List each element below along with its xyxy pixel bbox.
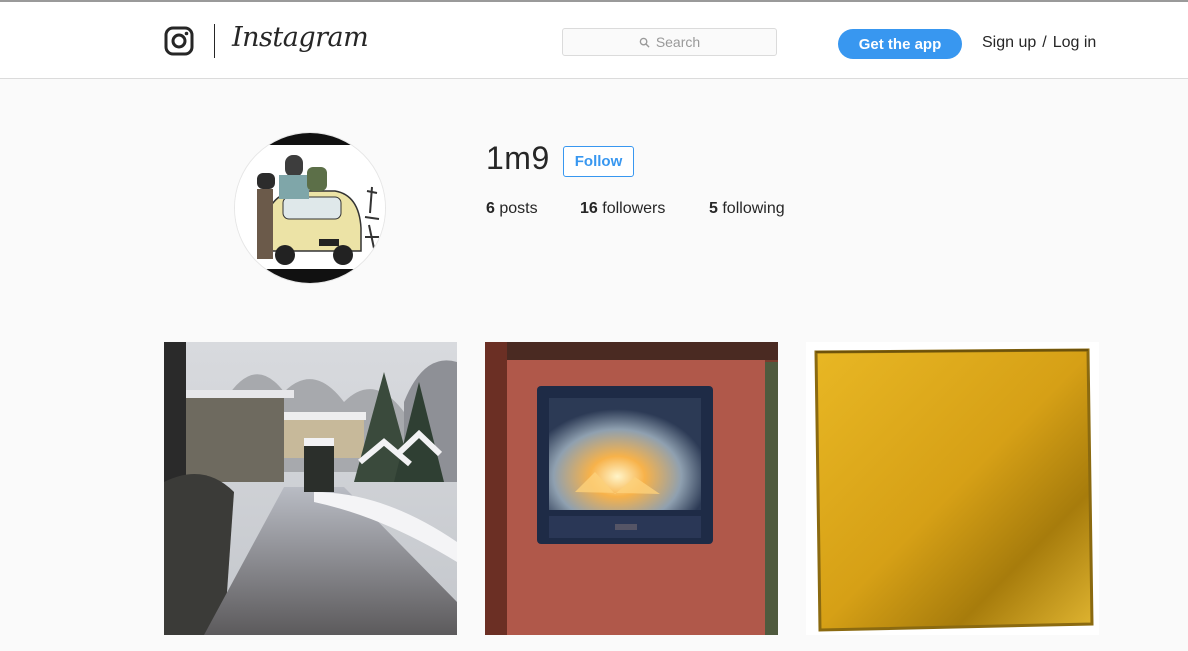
following-stat[interactable]: 5 following [709,200,785,218]
following-label: following [722,200,785,217]
search-input[interactable]: Search [562,28,777,56]
following-count: 5 [709,200,718,217]
cartoon-car-avatar-icon [235,133,385,283]
sign-up-link[interactable]: Sign up [982,34,1036,51]
post-tile[interactable] [485,342,778,635]
posts-label: posts [499,200,538,217]
post-tile[interactable] [164,342,457,635]
auth-links: Sign up / Log in [982,34,1096,52]
profile-avatar[interactable] [234,132,386,284]
search-icon [639,37,650,48]
yellow-texture-photo-icon [806,342,1099,635]
followers-count: 16 [580,200,598,217]
follow-button[interactable]: Follow [563,146,634,177]
auth-separator: / [1042,34,1047,51]
posts-count: 6 [486,200,495,217]
get-the-app-button[interactable]: Get the app [838,29,962,59]
log-in-link[interactable]: Log in [1053,34,1097,51]
instagram-wordmark[interactable]: Instagram [232,22,369,53]
logo-divider [214,24,215,58]
followers-stat[interactable]: 16 followers [580,200,665,218]
followers-label: followers [602,200,666,217]
snowy-garden-photo-icon [164,342,457,635]
profile-username: 1m9 [486,140,550,176]
post-tile[interactable] [806,342,1099,635]
search-placeholder: Search [655,34,701,50]
posts-count-stat: 6 posts [486,200,538,218]
top-nav-bar: Instagram Search Get the app Sign up / Log… [0,2,1188,79]
instagram-camera-icon[interactable] [164,26,194,56]
fireplace-photo-icon [485,342,778,635]
